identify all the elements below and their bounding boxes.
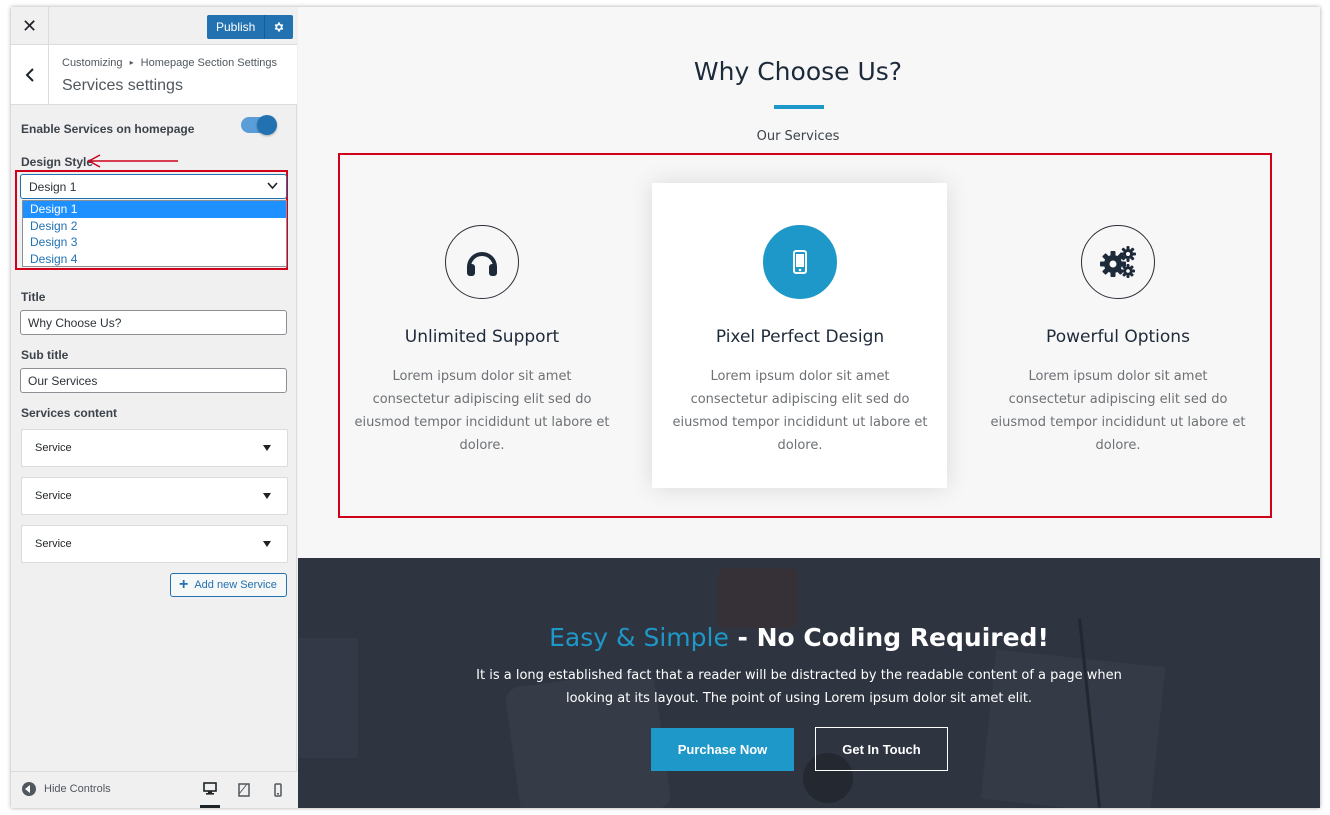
chevron-left-icon [25,67,34,82]
purchase-now-button[interactable]: Purchase Now [651,728,794,771]
publish-button[interactable]: Publish [207,15,266,39]
service-item-label: Service [35,490,72,502]
collapse-icon [22,782,36,796]
breadcrumb-separator: ▸ [129,58,134,67]
services-section-title: Why Choose Us? [693,57,903,86]
cta-title-accent: Easy & Simple [549,623,729,652]
site-preview: Why Choose Us? Our Services Unlimited Su… [298,7,1320,808]
design-option[interactable]: Design 3 [23,234,286,251]
headphones-icon [467,252,497,276]
design-style-select[interactable]: Design 1 [20,174,287,199]
design-option[interactable]: Design 4 [23,251,286,268]
services-section-subtitle: Our Services [756,129,840,144]
service-text: Lorem ipsum dolor sit amet consectetur a… [354,369,610,453]
background-decoration [298,638,358,758]
gears-icon [1100,246,1136,278]
subtitle-input[interactable]: Our Services [20,368,287,393]
preview-tablet-button[interactable] [234,780,254,800]
design-option[interactable]: Design 2 [23,218,286,235]
tablet-icon [238,783,250,797]
hide-controls-button[interactable]: Hide Controls [22,782,111,796]
service-icon-circle [445,225,519,299]
enable-services-label: Enable Services on homepage [21,122,195,136]
service-accordion-item[interactable]: Service [21,429,288,467]
publish-settings-button[interactable] [265,15,294,39]
service-item: Powerful Options Lorem ipsum dolor sit a… [968,225,1268,457]
caret-down-icon [263,493,271,499]
plus-icon: + [179,576,189,593]
preview-mobile-button[interactable] [268,780,288,800]
mobile-icon [793,250,807,274]
subtitle-label: Sub title [21,348,69,362]
breadcrumb-current: Homepage Section Settings [140,57,278,69]
toggle-knob [257,115,277,135]
design-style-value: Design 1 [29,180,77,194]
title-input[interactable]: Why Choose Us? [20,310,287,335]
back-button[interactable] [11,45,49,104]
service-text: Lorem ipsum dolor sit amet consectetur a… [990,369,1246,453]
service-item: Pixel Perfect Design Lorem ipsum dolor s… [650,225,950,457]
enable-services-toggle[interactable] [241,115,277,135]
caret-down-icon [263,445,271,451]
service-text: Lorem ipsum dolor sit amet consectetur a… [672,369,928,453]
caret-down-icon [263,541,271,547]
get-in-touch-button[interactable]: Get In Touch [815,727,948,771]
service-title: Powerful Options [1046,327,1190,347]
customizer-topbar: ✕ Publish [11,7,297,45]
breadcrumb-parent: Customizing [62,57,123,69]
services-content-label: Services content [21,406,118,420]
chevron-down-icon [267,182,278,190]
service-icon-circle [1081,225,1155,299]
design-style-label: Design Style [21,155,94,169]
breadcrumb: Customizing ▸ Homepage Section Settings [62,57,277,69]
close-customizer-button[interactable]: ✕ [11,7,49,45]
design-option[interactable]: Design 1 [23,201,286,218]
mobile-icon [274,783,282,797]
service-item-label: Service [35,538,72,550]
cta-title-rest: - No Coding Required! [728,623,1049,652]
add-new-service-button[interactable]: + Add new Service [170,573,287,597]
service-item: Unlimited Support Lorem ipsum dolor sit … [332,225,632,457]
section-title: Services settings [62,77,183,94]
cta-section: Easy & Simple - No Coding Required! It i… [298,558,1320,808]
preview-desktop-button[interactable] [200,780,220,808]
design-style-options: Design 1 Design 2 Design 3 Design 4 [22,200,287,267]
publish-group: Publish [207,15,294,39]
desktop-icon [203,782,217,795]
hide-controls-label: Hide Controls [44,783,111,795]
service-accordion-item[interactable]: Service [21,525,288,563]
service-title: Unlimited Support [404,327,560,347]
customizer-sidebar: ✕ Publish Customizing ▸ Homepage Section… [11,7,297,808]
add-new-service-label: Add new Service [194,579,277,591]
service-accordion-item[interactable]: Service [21,477,288,515]
annotation-arrow [87,154,178,168]
title-label: Title [21,290,46,304]
service-title: Pixel Perfect Design [715,327,885,347]
gear-icon [275,22,284,32]
title-underline [774,105,824,109]
service-item-label: Service [35,442,72,454]
background-decoration [718,568,798,628]
cta-title: Easy & Simple - No Coding Required! [298,623,1300,652]
section-header: Customizing ▸ Homepage Section Settings … [11,45,297,105]
service-icon-circle [763,225,837,299]
customizer-footer: Hide Controls [11,771,297,808]
cta-text: It is a long established fact that a rea… [476,668,1122,706]
customizer-window: ✕ Publish Customizing ▸ Homepage Section… [11,7,1320,808]
close-icon: ✕ [21,15,38,36]
